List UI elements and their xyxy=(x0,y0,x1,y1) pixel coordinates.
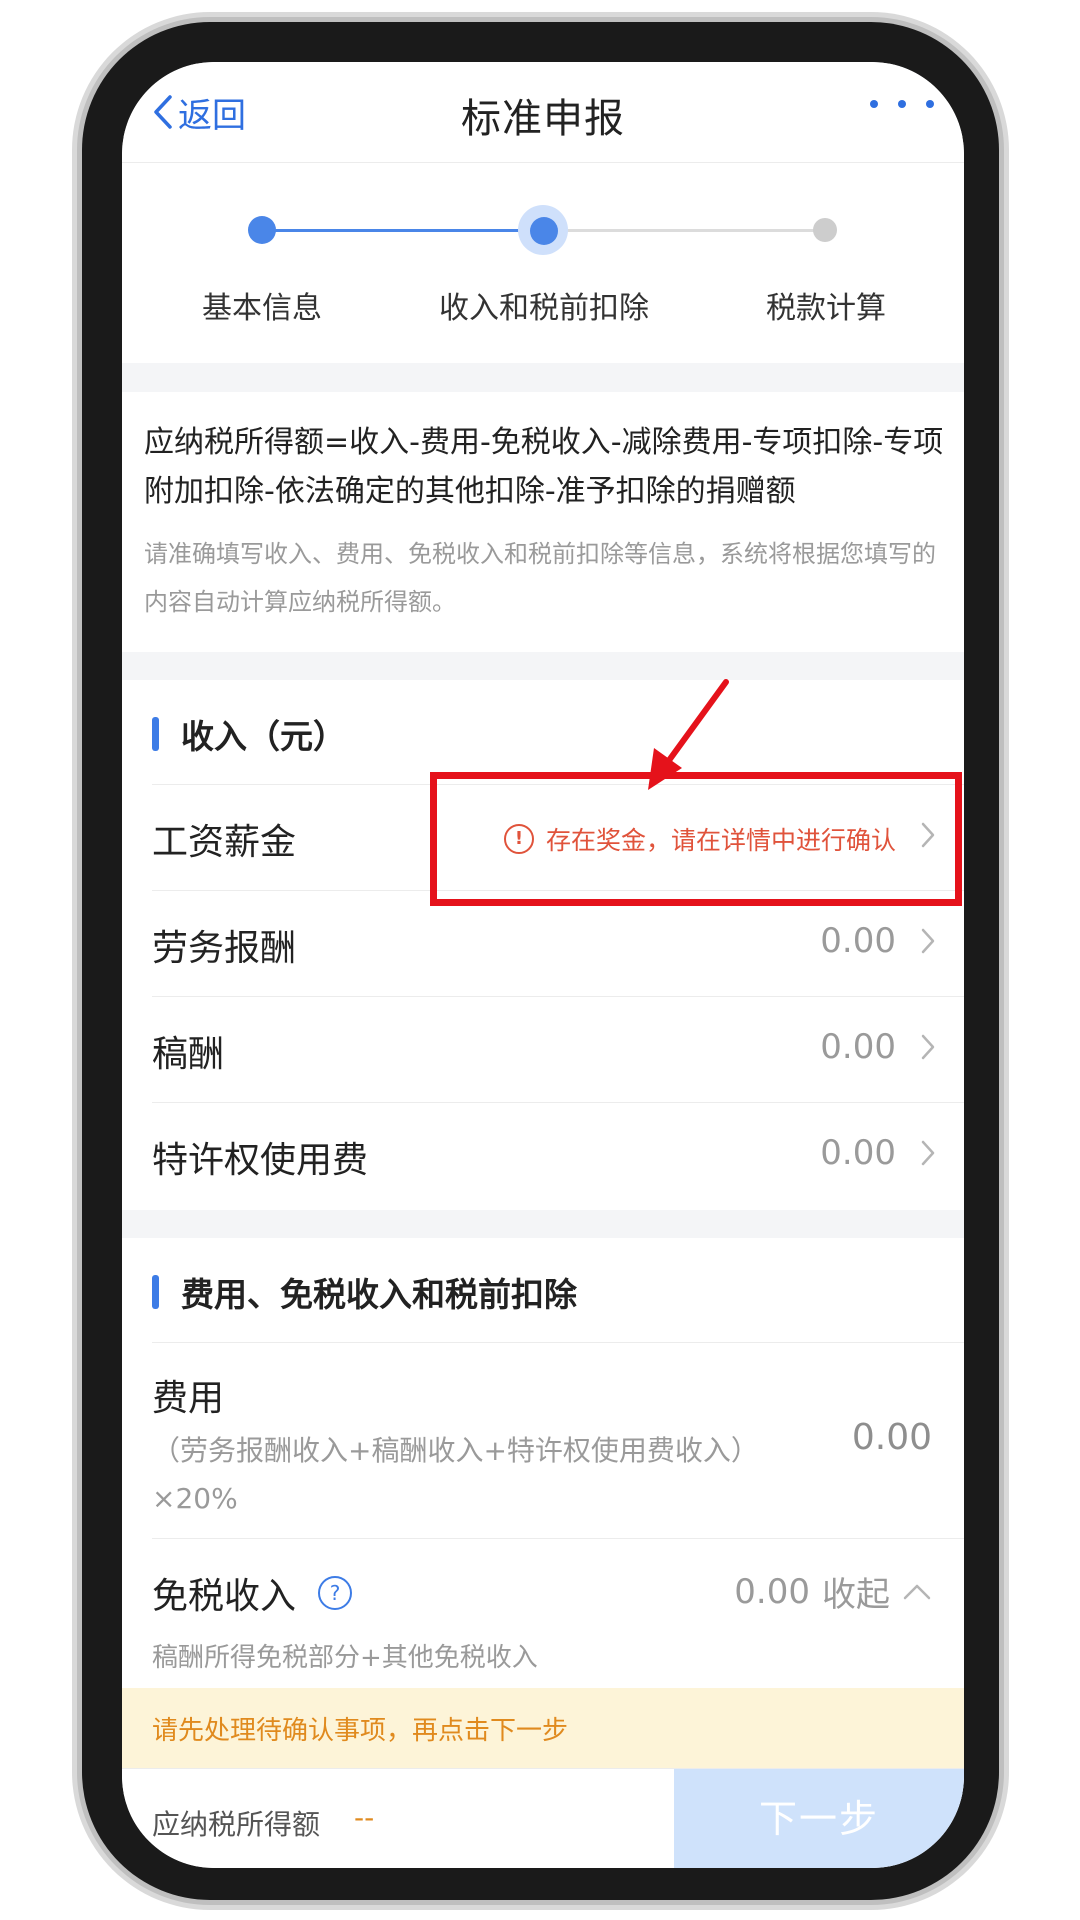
progress-stepper: 基本信息 收入和税前扣除 税款计算 xyxy=(122,163,964,363)
tax-free-label: 免税收入 xyxy=(152,1576,297,1617)
step-label-basic-info: 基本信息 xyxy=(202,291,322,326)
fee-formula: （劳务报酬收入+稿酬收入+特许权使用费收入）×20% xyxy=(152,1434,759,1515)
more-menu-icon[interactable] xyxy=(870,100,934,108)
row-label: 工资薪金 xyxy=(152,822,297,863)
taxable-income-label: 应纳税所得额 xyxy=(152,1808,321,1841)
nav-header: 返回 标准申报 xyxy=(122,62,964,163)
pending-notice-bar: 请先处理待确认事项，再点击下一步 xyxy=(122,1688,964,1768)
row-label: 劳务报酬 xyxy=(152,928,297,969)
section-accent-bar xyxy=(152,1275,159,1309)
help-icon[interactable]: ? xyxy=(318,1576,353,1610)
income-title-text: 收入（元） xyxy=(181,717,346,756)
chevron-right-icon xyxy=(921,1140,935,1166)
deduction-section-title: 费用、免税收入和税前扣除 xyxy=(152,1268,577,1316)
next-step-button[interactable]: 下一步 xyxy=(674,1769,964,1868)
fee-row: 费用 （劳务报酬收入+稿酬收入+特许权使用费收入）×20% 0.00 xyxy=(152,1342,964,1539)
app-screen: 返回 标准申报 基本信息 收入和税前扣除 税款计算 应纳税所得额=收入-费用-免… xyxy=(122,62,964,1868)
deduction-section: 费用、免税收入和税前扣除 费用 （劳务报酬收入+稿酬收入+特许权使用费收入）×2… xyxy=(122,1238,964,1738)
chevron-up-icon xyxy=(903,1584,931,1599)
tax-free-title: 免税收入 ? xyxy=(152,1567,353,1619)
income-section-title: 收入（元） xyxy=(152,710,346,758)
step-dot-3 xyxy=(813,218,837,242)
row-label: 特许权使用费 xyxy=(152,1140,369,1181)
fee-value: 0.00 xyxy=(851,1417,932,1458)
row-value: 0.00 xyxy=(820,1027,896,1067)
step-dot-2 xyxy=(530,217,558,245)
chevron-right-icon xyxy=(921,1034,935,1060)
tax-free-value: 0.00 xyxy=(734,1571,810,1612)
taxable-income-value: -- xyxy=(354,1801,375,1834)
row-value: 0.00 xyxy=(820,921,896,961)
page-title: 标准申报 xyxy=(461,96,625,142)
step-line-pending xyxy=(542,229,826,232)
fee-label: 费用 xyxy=(152,1378,225,1419)
income-row-franchise[interactable]: 特许权使用费 0.00 xyxy=(152,1102,964,1208)
income-section: 收入（元） 工资薪金 ! 存在奖金，请在详情中进行确认 劳务报酬 0.00 稿酬… xyxy=(122,680,964,1210)
step-dot-1 xyxy=(248,216,276,244)
formula-hint: 请准确填写收入、费用、免税收入和税前扣除等信息，系统将根据您填写的内容自动计算应… xyxy=(144,540,936,616)
tax-free-row: 免税收入 ? 0.00 收起 稿酬所得免税部分+其他免税收入 xyxy=(152,1538,964,1689)
row-value: 0.00 xyxy=(820,1133,896,1173)
tax-free-desc: 稿酬所得免税部分+其他免税收入 xyxy=(152,1643,538,1673)
income-row-royalty-author[interactable]: 稿酬 0.00 xyxy=(152,996,964,1102)
step-label-tax-calc: 税款计算 xyxy=(766,291,886,326)
bottom-bar: 应纳税所得额 -- 下一步 xyxy=(122,1768,964,1868)
formula-text: 应纳税所得额=收入-费用-免税收入-减除费用-专项扣除-专项附加扣除-依法确定的… xyxy=(144,425,944,509)
tax-free-toggle[interactable]: 0.00 收起 xyxy=(734,1567,932,1616)
step-label-income: 收入和税前扣除 xyxy=(439,291,649,326)
chevron-right-icon xyxy=(921,928,935,954)
deduction-title-text: 费用、免税收入和税前扣除 xyxy=(181,1275,577,1314)
row-label: 稿酬 xyxy=(152,1034,225,1075)
step-line-done xyxy=(262,229,542,232)
notice-text: 请先处理待确认事项，再点击下一步 xyxy=(152,1716,569,1746)
formula-section: 应纳税所得额=收入-费用-免税收入-减除费用-专项扣除-专项附加扣除-依法确定的… xyxy=(122,392,964,652)
section-accent-bar xyxy=(152,717,159,751)
annotation-highlight-box xyxy=(430,772,962,906)
collapse-label: 收起 xyxy=(822,1575,890,1615)
